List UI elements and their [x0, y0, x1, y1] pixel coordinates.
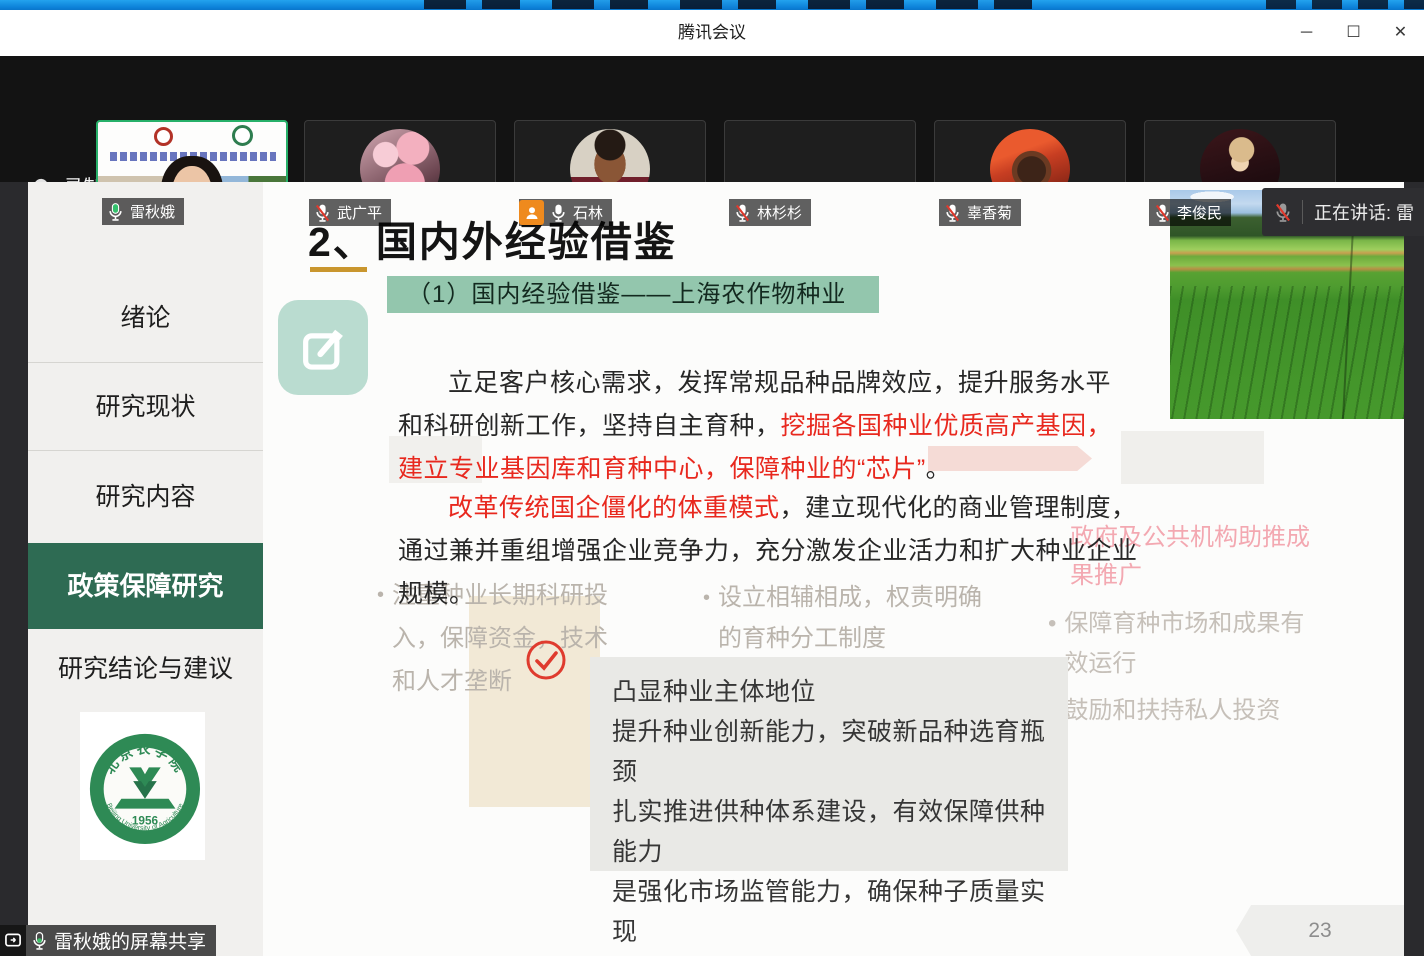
sidebar-item-research-status: 研究现状 — [28, 362, 263, 450]
paragraph-1: 立足客户核心需求，发挥常规品种品牌效应，提升服务水平和科研创新工作，坚持自主育种… — [398, 362, 1114, 491]
participant-name-tag: 辜香菊 — [939, 199, 1021, 226]
background-window-strip — [0, 0, 1424, 10]
green-seal-logo-icon — [232, 125, 253, 146]
share-right-gutter — [1404, 182, 1424, 956]
mic-muted-icon — [735, 203, 750, 223]
pink-bullet-text: 鼓励和扶持私人投资 — [1064, 691, 1280, 731]
participant-name: 李俊民 — [1177, 202, 1222, 223]
close-button[interactable]: ✕ — [1377, 10, 1424, 56]
sidebar-item-conclusion: 研究结论与建议 — [28, 629, 263, 709]
background-tab-fragments — [424, 0, 1064, 9]
red-seal-logo-icon — [154, 127, 173, 146]
participant-name-tag: 雷秋娥 — [102, 198, 184, 225]
participant-name-tag: 武广平 — [309, 199, 391, 226]
page-number: 23 — [1308, 919, 1331, 943]
share-screen-icon — [0, 925, 26, 956]
page-number-ribbon: 23 — [1236, 905, 1404, 956]
pink-bullet-item: • 鼓励和扶持私人投资 — [1048, 691, 1316, 731]
tencent-meeting-window: 腾讯会议 ─ ☐ ✕ 录制中 — [0, 0, 1424, 956]
divider — [1302, 200, 1303, 224]
sidebar-item-intro: 绪论 — [28, 274, 263, 362]
highlight-line: 扎实推进供种体系建设，有效保障供种能力 — [612, 792, 1068, 872]
mic-muted-icon — [315, 203, 330, 223]
highlight-line: 凸显种业主体地位 — [612, 672, 1068, 712]
mic-on-icon — [551, 203, 566, 223]
pink-bullets: • 保障育种市场和成果有效运行 • 鼓励和扶持私人投资 — [1048, 604, 1316, 738]
participant-name: 辜香菊 — [967, 202, 1012, 223]
participant-name-tag: 石林 — [519, 199, 612, 226]
paragraph-2: 改革传统国企僵化的体重模式，建立现代化的商业管理制度，通过兼并重组增强企业竞争力… — [398, 487, 1138, 616]
mic-muted-icon — [1155, 203, 1170, 223]
crop-rows — [1170, 286, 1404, 419]
university-logo: 北京农学院 1956 Beijing University of Agricul… — [80, 712, 205, 860]
speaking-label: 正在讲话: 雷 — [1314, 199, 1414, 225]
share-banner-label: 雷秋娥的屏幕共享 — [47, 927, 216, 954]
mic-on-icon — [108, 202, 123, 222]
pink-bullet-text: 保障育种市场和成果有效运行 — [1064, 604, 1316, 684]
window-title: 腾讯会议 — [0, 10, 1424, 56]
host-badge-icon — [519, 200, 544, 225]
screen-share-banner: 雷秋娥的屏幕共享 — [0, 925, 216, 956]
speaking-indicator[interactable]: 正在讲话: 雷 — [1262, 188, 1424, 236]
pink-bullet-item: • 保障育种市场和成果有效运行 — [1048, 604, 1316, 684]
highlight-box: 凸显种业主体地位 提升种业创新能力，突破新品种选育瓶颈 扎实推进供种体系建设，有… — [590, 657, 1068, 871]
participant-video-strip: 录制中 雷秋娥 — [0, 56, 1424, 182]
participant-name-tag: 李俊民 — [1149, 199, 1231, 226]
highlight-line: 提升种业创新能力，突破新品种选育瓶颈 — [612, 712, 1068, 792]
slide-subtitle: （1）国内经验借鉴——上海农作物种业 — [387, 276, 879, 313]
red-check-icon — [524, 638, 568, 687]
title-bar: 腾讯会议 ─ ☐ ✕ — [0, 10, 1424, 56]
participant-name-tag: 林杉杉 — [729, 199, 811, 226]
paragraph-1-end: 。 — [926, 455, 952, 483]
decor-box — [1121, 431, 1264, 484]
sidebar-item-research-content: 研究内容 — [28, 450, 263, 543]
maximize-button[interactable]: ☐ — [1330, 10, 1377, 56]
mic-muted-icon — [945, 203, 960, 223]
participant-name: 雷秋娥 — [130, 201, 175, 222]
highlight-line: 深入推进种业体制机制改革 — [612, 952, 1068, 956]
share-left-gutter — [0, 182, 28, 956]
participant-name: 武广平 — [337, 202, 382, 223]
minimize-button[interactable]: ─ — [1283, 10, 1330, 56]
mic-on-icon — [32, 931, 47, 951]
participant-name: 石林 — [573, 202, 603, 223]
background-tab-fragments — [1266, 0, 1424, 9]
participant-name: 林杉杉 — [757, 202, 802, 223]
title-underline — [310, 267, 367, 272]
paragraph-2-red: 改革传统国企僵化的体重模式 — [448, 494, 780, 522]
edit-pencil-icon — [278, 300, 368, 395]
sidebar-item-policy-research-active: 政策保障研究 — [28, 543, 263, 629]
mic-muted-icon — [1275, 202, 1291, 223]
window-controls: ─ ☐ ✕ — [1283, 10, 1424, 56]
bullet-icon: • — [377, 574, 384, 703]
highlight-line: 是强化市场监管能力，确保种子质量实现 — [612, 872, 1068, 952]
